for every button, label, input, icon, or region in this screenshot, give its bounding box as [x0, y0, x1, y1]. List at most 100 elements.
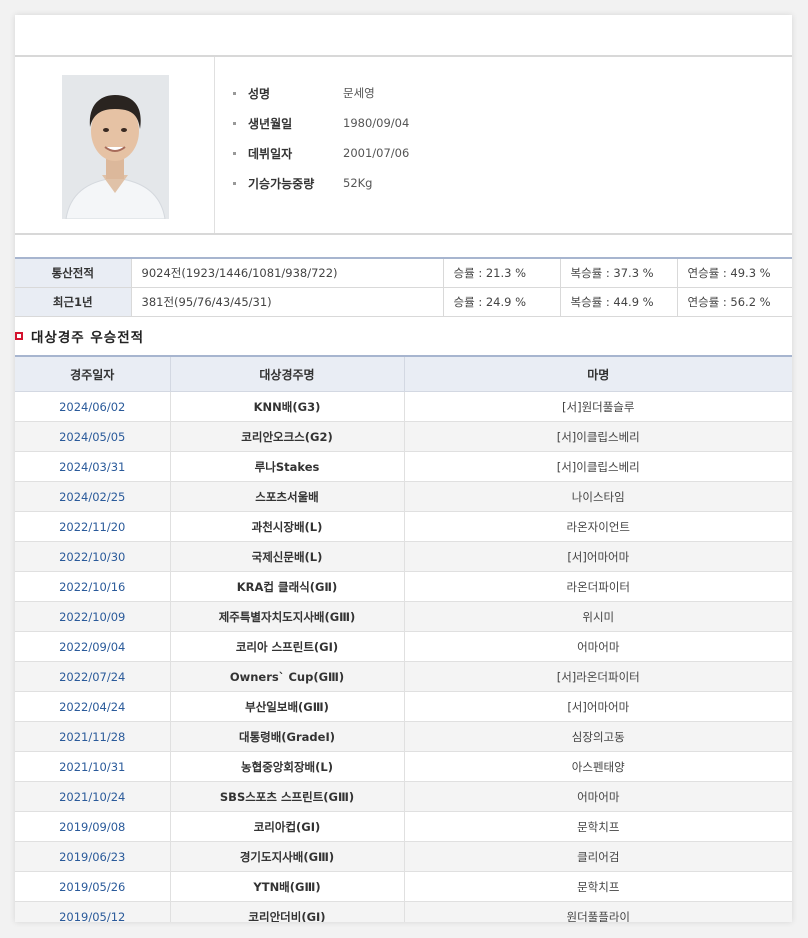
race-date: 2022/10/09 [15, 601, 171, 632]
field-label: 데뷔일자 [248, 146, 293, 161]
jockey-card: 성명 문세영 생년월일 1980/09/04 데뷔일자 2001/07/06 기… [15, 15, 792, 922]
horse-name: 어마어마 [404, 781, 792, 812]
race-name: Owners` Cup(GⅢ) [170, 661, 405, 692]
table-row: 2022/09/04 코리아 스프린트(GⅠ) 어마어마 [15, 631, 792, 662]
horse-name: [서]이클립스베리 [404, 451, 792, 482]
field-weight: 기승가능중량 52Kg [233, 168, 409, 198]
summary-place-rate: 복승률 : 37.3 % [560, 258, 678, 288]
table-row: 2024/02/25 스포츠서울배 나이스타임 [15, 481, 792, 512]
stakes-wins-table: 경주일자 대상경주명 마명 2024/06/02 KNN배(G3) [서]원더풀슬루… [15, 355, 792, 922]
table-row: 2021/10/24 SBS스포츠 스프린트(GⅢ) 어마어마 [15, 781, 792, 812]
summary-show-rate: 연승률 : 49.3 % [677, 258, 792, 288]
horse-name: 문학치프 [404, 871, 792, 902]
race-date: 2022/11/20 [15, 511, 171, 542]
table-row: 2022/04/24 부산일보배(GⅢ) [서]어마어마 [15, 691, 792, 722]
race-date: 2019/06/23 [15, 841, 171, 872]
horse-name: 심장의고동 [404, 721, 792, 752]
horse-name: 원더풀플라이 [404, 901, 792, 922]
table-row: 2021/11/28 대통령배(GradeⅠ) 심장의고동 [15, 721, 792, 752]
field-value: 52Kg [343, 176, 373, 190]
table-row: 2022/11/20 과천시장배(L) 라온자이언트 [15, 511, 792, 542]
race-date: 2024/06/02 [15, 391, 171, 422]
race-date: 2022/10/30 [15, 541, 171, 572]
race-name: 부산일보배(GⅢ) [170, 691, 405, 722]
table-header-row: 경주일자 대상경주명 마명 [15, 356, 792, 392]
race-name: 코리안오크스(G2) [170, 421, 405, 452]
profile-info: 성명 문세영 생년월일 1980/09/04 데뷔일자 2001/07/06 기… [233, 78, 409, 198]
horse-name: [서]원더풀슬루 [404, 391, 792, 422]
table-row: 2019/05/12 코리안더비(GⅠ) 원더풀플라이 [15, 901, 792, 922]
field-label: 성명 [248, 86, 271, 101]
table-row: 2022/10/09 제주특별자치도지사배(GⅢ) 위시미 [15, 601, 792, 632]
horse-name: 나이스타임 [404, 481, 792, 512]
race-date: 2021/11/28 [15, 721, 171, 752]
table-row: 2019/05/26 YTN배(GⅢ) 문학치프 [15, 871, 792, 902]
horse-name: 어마어마 [404, 631, 792, 662]
field-name: 성명 문세영 [233, 78, 409, 108]
header-date: 경주일자 [15, 356, 171, 392]
horse-name: 아스펜태양 [404, 751, 792, 782]
bullet-icon [233, 151, 236, 155]
field-birthdate: 생년월일 1980/09/04 [233, 108, 409, 138]
race-name: 스포츠서울배 [170, 481, 405, 512]
race-date: 2019/09/08 [15, 811, 171, 842]
summary-row-recent: 최근1년 381전(95/76/43/45/31) 승률 : 24.9 % 복승… [15, 287, 792, 317]
horse-name: [서]어마어마 [404, 541, 792, 572]
table-row: 2021/10/31 농협중앙회장배(L) 아스펜태양 [15, 751, 792, 782]
race-name: 제주특별자치도지사배(GⅢ) [170, 601, 405, 632]
race-date: 2021/10/24 [15, 781, 171, 812]
field-value: 문세영 [343, 86, 375, 100]
summary-place-rate: 복승률 : 44.9 % [560, 287, 678, 317]
horse-name: [서]이클립스베리 [404, 421, 792, 452]
race-name: 루나Stakes [170, 451, 405, 482]
bullet-icon [233, 121, 236, 125]
table-row: 2024/05/05 코리안오크스(G2) [서]이클립스베리 [15, 421, 792, 452]
race-name: 경기도지사배(GⅢ) [170, 841, 405, 872]
race-date: 2022/10/16 [15, 571, 171, 602]
field-debut-date: 데뷔일자 2001/07/06 [233, 138, 409, 168]
photo-panel [15, 57, 215, 233]
header-horse: 마명 [404, 356, 792, 392]
summary-label: 통산전적 [15, 258, 132, 288]
race-name: 농협중앙회장배(L) [170, 751, 405, 782]
horse-name: 라온자이언트 [404, 511, 792, 542]
summary-record: 9024전(1923/1446/1081/938/722) [131, 258, 444, 288]
summary-row-total: 통산전적 9024전(1923/1446/1081/938/722) 승률 : … [15, 258, 792, 288]
race-name: 코리아컵(GⅠ) [170, 811, 405, 842]
table-row: 2022/10/16 KRA컵 클래식(GⅡ) 라온더파이터 [15, 571, 792, 602]
race-date: 2019/05/12 [15, 901, 171, 922]
horse-name: 위시미 [404, 601, 792, 632]
horse-name: 클리어검 [404, 841, 792, 872]
section-title-text: 대상경주 우승전적 [31, 330, 145, 346]
summary-record: 381전(95/76/43/45/31) [131, 287, 444, 317]
square-bullet-icon [15, 332, 23, 340]
race-date: 2022/04/24 [15, 691, 171, 722]
field-value: 2001/07/06 [343, 146, 410, 160]
top-bar [15, 15, 792, 57]
race-name: KNN배(G3) [170, 391, 405, 422]
race-name: SBS스포츠 스프린트(GⅢ) [170, 781, 405, 812]
race-name: YTN배(GⅢ) [170, 871, 405, 902]
field-label: 기승가능중량 [248, 176, 315, 191]
bullet-icon [233, 181, 236, 185]
race-date: 2024/03/31 [15, 451, 171, 482]
summary-win-rate: 승률 : 24.9 % [443, 287, 561, 317]
race-name: 과천시장배(L) [170, 511, 405, 542]
race-name: 대통령배(GradeⅠ) [170, 721, 405, 752]
race-name: 국제신문배(L) [170, 541, 405, 572]
summary-label: 최근1년 [15, 287, 132, 317]
table-row: 2024/06/02 KNN배(G3) [서]원더풀슬루 [15, 391, 792, 422]
race-date: 2021/10/31 [15, 751, 171, 782]
table-row: 2024/03/31 루나Stakes [서]이클립스베리 [15, 451, 792, 482]
race-name: KRA컵 클래식(GⅡ) [170, 571, 405, 602]
race-name: 코리아 스프린트(GⅠ) [170, 631, 405, 662]
horse-name: [서]라온더파이터 [404, 661, 792, 692]
horse-name: 라온더파이터 [404, 571, 792, 602]
race-date: 2022/07/24 [15, 661, 171, 692]
horse-name: [서]어마어마 [404, 691, 792, 722]
field-label: 생년월일 [248, 116, 293, 131]
table-row: 2019/06/23 경기도지사배(GⅢ) 클리어검 [15, 841, 792, 872]
field-value: 1980/09/04 [343, 116, 410, 130]
profile-section: 성명 문세영 생년월일 1980/09/04 데뷔일자 2001/07/06 기… [15, 57, 792, 235]
bullet-icon [233, 91, 236, 95]
